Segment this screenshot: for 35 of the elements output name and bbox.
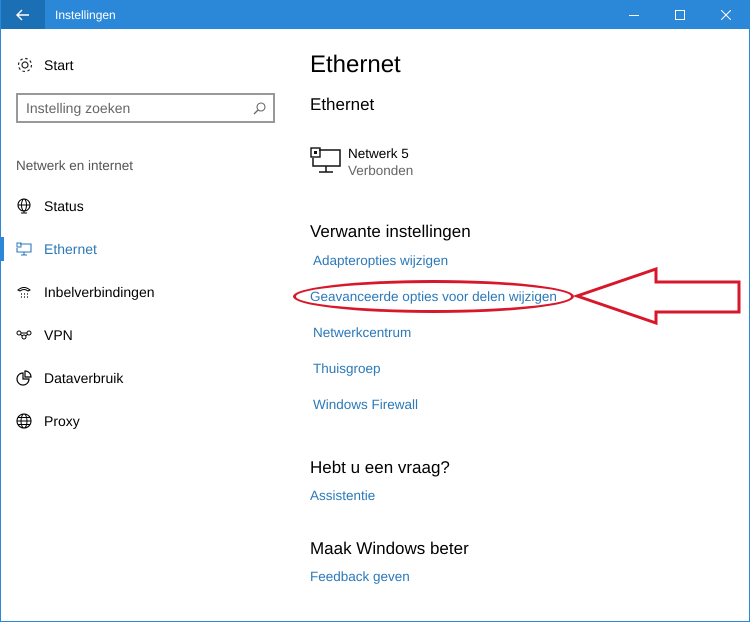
sidebar-item[interactable]: Proxy (16, 411, 80, 431)
globe-icon (16, 413, 32, 429)
section-heading: Netwerk en internet (16, 158, 134, 173)
search-field[interactable]: Instelling zoeken (16, 93, 275, 123)
section-heading: Hebt u een vraag? (310, 458, 450, 478)
help-link[interactable]: Assistentie (310, 488, 376, 503)
sidebar-item[interactable]: Dataverbruik (16, 368, 124, 388)
settings-link[interactable]: Netwerkcentrum (310, 322, 414, 342)
settings-link[interactable]: Adapteropties wijzigen (310, 250, 452, 270)
pie-chart-icon (16, 370, 32, 386)
gear-icon (16, 56, 34, 74)
maximize-icon (675, 10, 685, 20)
network-monitor-icon (310, 146, 342, 174)
globe-icon (16, 198, 32, 214)
monitor-icon (16, 241, 32, 257)
close-icon (721, 10, 731, 20)
sidebar-item[interactable]: VPN (16, 325, 73, 345)
sidebar-item[interactable]: Inbelverbindingen (16, 282, 155, 302)
network-name[interactable]: Netwerk 5 (348, 146, 414, 161)
section-heading: Maak Windows beter (310, 539, 469, 559)
page-title: Ethernet (310, 51, 401, 79)
section-heading: Verwante instellingen (310, 222, 471, 242)
settings-link[interactable]: Windows Firewall (310, 394, 422, 414)
sidebar-item[interactable]: Status (16, 196, 84, 216)
settings-link[interactable]: Geavanceerde opties voor delen wijzigen (293, 280, 574, 312)
search-icon (253, 102, 266, 115)
section-heading: Ethernet (310, 95, 374, 115)
back-arrow-icon (16, 8, 30, 20)
phone-icon (16, 284, 32, 300)
network-status: Verbonden (348, 163, 414, 178)
feedback-link[interactable]: Feedback geven (310, 569, 410, 584)
home-item[interactable]: Start (16, 56, 74, 74)
window-title: Instellingen (55, 8, 117, 22)
settings-link[interactable]: Thuisgroep (310, 358, 384, 378)
back-button[interactable] (1, 0, 45, 29)
